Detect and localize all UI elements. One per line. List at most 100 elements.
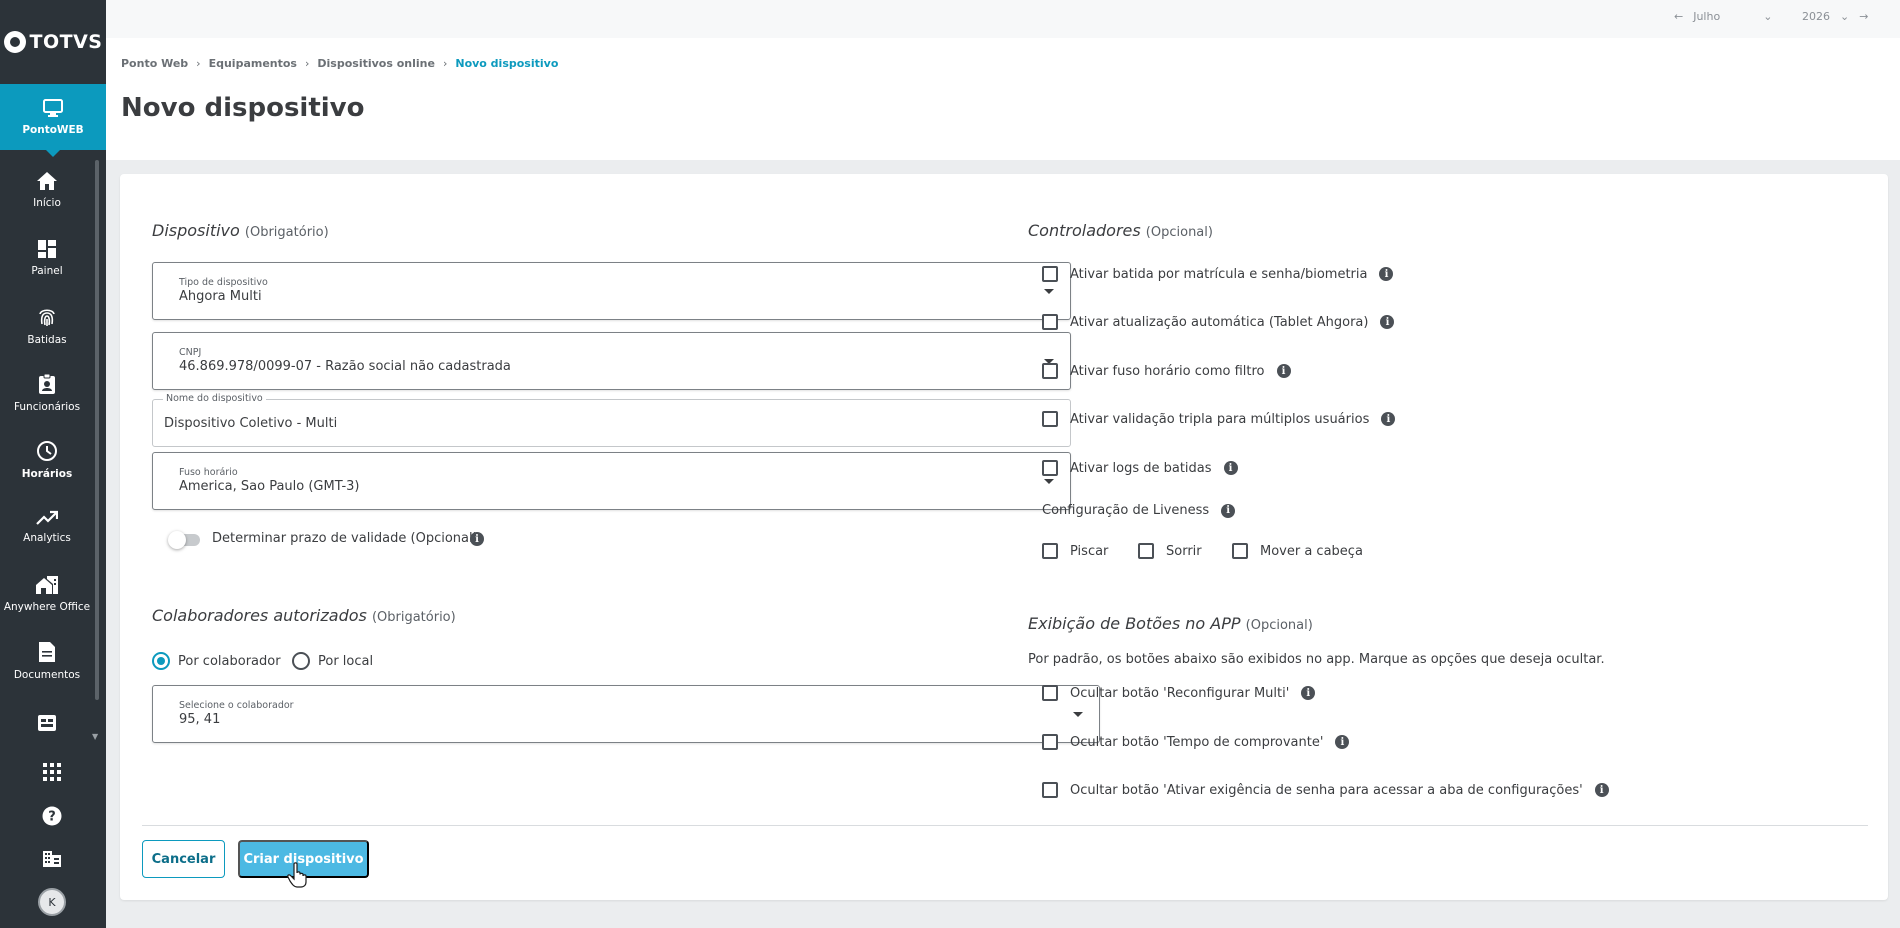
device-name-input[interactable]: Nome do dispositivo Dispositivo Coletivo… xyxy=(152,393,1071,447)
checkbox[interactable] xyxy=(1042,363,1058,379)
breadcrumb-link[interactable]: Dispositivos online xyxy=(317,57,435,70)
checkbox-label: Ocultar botão 'Ativar exigência de senha… xyxy=(1070,782,1583,798)
svg-text:?: ? xyxy=(48,810,56,825)
hand-cursor-icon xyxy=(287,862,309,892)
next-arrow-icon[interactable]: → xyxy=(1859,10,1868,23)
checkbox[interactable] xyxy=(1138,543,1154,559)
company-icon[interactable] xyxy=(38,845,66,873)
sidebar-item-pontoweb[interactable]: PontoWEB xyxy=(0,84,106,157)
previous-arrow-icon[interactable]: ← xyxy=(1674,10,1683,23)
breadcrumb-link[interactable]: Equipamentos xyxy=(209,57,297,70)
sidebar-scrollbar[interactable] xyxy=(95,160,99,700)
field-label: Selecione o colaborador xyxy=(179,700,294,711)
device-form-card: Dispositivo (Obrigatório) Tipo de dispos… xyxy=(120,174,1888,900)
checkbox[interactable] xyxy=(1042,460,1058,476)
checkbox-ocultar-reconfigurar[interactable]: Ocultar botão 'Reconfigurar Multi' i xyxy=(1042,685,1316,701)
page-header: ← Julho ⌄ 2026 ⌄ → Ponto Web › Equipamen… xyxy=(106,0,1900,160)
apps-grid-icon[interactable] xyxy=(38,758,66,786)
sidebar-item-documentos[interactable]: Documentos xyxy=(0,631,94,691)
info-icon[interactable]: i xyxy=(1594,783,1609,797)
device-type-select[interactable]: Tipo de dispositivo Ahgora Multi xyxy=(152,262,1071,320)
section-colaboradores-title: Colaboradores autorizados (Obrigatório) xyxy=(152,606,456,625)
checkbox[interactable] xyxy=(1042,543,1058,559)
info-icon[interactable]: i xyxy=(1223,461,1238,475)
sidebar-item-partial[interactable] xyxy=(0,700,94,744)
checkbox-ocultar-tempo-comprovante[interactable]: Ocultar botão 'Tempo de comprovante' i xyxy=(1042,734,1350,750)
field-value: 95, 41 xyxy=(179,712,221,727)
info-icon[interactable]: i xyxy=(1335,735,1350,749)
home-work-icon xyxy=(35,575,59,595)
sidebar-item-label: Painel xyxy=(31,265,63,277)
collaborator-select[interactable]: Selecione o colaborador 95, 41 xyxy=(152,685,1100,743)
dropdown-arrow-icon[interactable] xyxy=(1044,479,1054,484)
checkbox-label: Piscar xyxy=(1070,543,1109,559)
sidebar-item-label: Funcionários xyxy=(13,401,81,413)
field-value: Ahgora Multi xyxy=(179,289,262,304)
scroll-down-icon[interactable]: ▼ xyxy=(92,732,98,741)
checkbox[interactable] xyxy=(1042,266,1058,282)
checkbox-piscar[interactable]: Piscar xyxy=(1042,543,1108,559)
month-selector[interactable]: ← Julho ⌄ xyxy=(1674,10,1772,23)
sidebar-item-label: Anywhere Office xyxy=(3,601,91,613)
section-note: (Opcional) xyxy=(1145,225,1213,240)
sidebar-item-inicio[interactable]: Início xyxy=(0,160,94,220)
radio-button[interactable] xyxy=(152,652,170,670)
cancel-button[interactable]: Cancelar xyxy=(142,840,225,878)
info-icon[interactable]: i xyxy=(1301,686,1316,700)
checkbox[interactable] xyxy=(1042,314,1058,330)
breadcrumb-link[interactable]: Ponto Web xyxy=(121,57,188,70)
section-botoes-app-title: Exibição de Botões no APP (Opcional) xyxy=(1028,614,1313,633)
checkbox-logs-batidas[interactable]: Ativar logs de batidas i xyxy=(1042,460,1238,476)
info-icon[interactable]: i xyxy=(1276,364,1291,378)
help-icon[interactable]: ? xyxy=(38,802,66,830)
sidebar-item-horarios[interactable]: Horários xyxy=(0,430,94,490)
breadcrumb-current: Novo dispositivo xyxy=(455,57,559,70)
checkbox-validacao-tripla[interactable]: Ativar validação tripla para múltiplos u… xyxy=(1042,411,1396,427)
sidebar-item-batidas[interactable]: Batidas xyxy=(0,296,94,356)
clock-icon xyxy=(36,440,58,462)
field-label: Tipo de dispositivo xyxy=(179,277,268,288)
info-icon[interactable]: i xyxy=(1221,503,1236,518)
year-selector[interactable]: 2026 ⌄ → xyxy=(1802,10,1868,23)
checkbox-batida-matricula[interactable]: Ativar batida por matrícula e senha/biom… xyxy=(1042,266,1394,282)
checkbox-fuso-filtro[interactable]: Ativar fuso horário como filtro i xyxy=(1042,363,1291,379)
validity-toggle[interactable] xyxy=(168,531,200,549)
info-icon[interactable]: i xyxy=(1380,315,1395,329)
timezone-select[interactable]: Fuso horário America, Sao Paulo (GMT-3) xyxy=(152,452,1071,510)
checkbox[interactable] xyxy=(1232,543,1248,559)
checkbox[interactable] xyxy=(1042,411,1058,427)
cnpj-select[interactable]: CNPJ 46.869.978/0099-07 - Razão social n… xyxy=(152,332,1071,390)
checkbox-atualizacao-automatica[interactable]: Ativar atualização automática (Tablet Ah… xyxy=(1042,314,1395,330)
radio-button[interactable] xyxy=(292,652,310,670)
checkbox[interactable] xyxy=(1042,685,1058,701)
monitor-icon xyxy=(42,98,64,118)
radio-por-local[interactable]: Por local xyxy=(292,652,373,670)
info-icon[interactable]: i xyxy=(1379,267,1394,281)
radio-por-colaborador[interactable]: Por colaborador xyxy=(152,652,281,670)
chevron-down-icon[interactable]: ⌄ xyxy=(1763,10,1772,23)
dropdown-arrow-icon[interactable] xyxy=(1073,712,1083,717)
checkbox-label: Ativar atualização automática (Tablet Ah… xyxy=(1070,314,1369,330)
info-icon[interactable]: i xyxy=(470,532,484,546)
info-icon[interactable]: i xyxy=(1381,412,1396,426)
checkbox[interactable] xyxy=(1042,782,1058,798)
sidebar-item-anywhere-office[interactable]: Anywhere Office xyxy=(0,564,94,624)
sidebar-item-analytics[interactable]: Analytics xyxy=(0,497,94,557)
sidebar-item-funcionarios[interactable]: Funcionários xyxy=(0,363,94,423)
checkbox-sorrir[interactable]: Sorrir xyxy=(1138,543,1202,559)
breadcrumb: Ponto Web › Equipamentos › Dispositivos … xyxy=(121,57,558,70)
footer-divider xyxy=(142,825,1868,826)
totvs-logo[interactable]: TOTVS xyxy=(0,0,106,84)
checkbox-mover-cabeca[interactable]: Mover a cabeça xyxy=(1232,543,1363,559)
sidebar-item-painel[interactable]: Painel xyxy=(0,228,94,288)
badge-icon xyxy=(38,373,56,395)
checkbox-label: Ocultar botão 'Reconfigurar Multi' xyxy=(1070,685,1290,701)
checkbox-label: Sorrir xyxy=(1166,543,1202,559)
sidebar-item-label: Batidas xyxy=(27,334,67,346)
section-title-text: Dispositivo xyxy=(152,221,240,240)
chevron-down-icon[interactable]: ⌄ xyxy=(1840,10,1849,23)
avatar[interactable]: K xyxy=(38,888,66,916)
checkbox[interactable] xyxy=(1042,734,1058,750)
dropdown-arrow-icon[interactable] xyxy=(1044,289,1054,294)
checkbox-ocultar-exigencia-senha[interactable]: Ocultar botão 'Ativar exigência de senha… xyxy=(1042,782,1609,798)
